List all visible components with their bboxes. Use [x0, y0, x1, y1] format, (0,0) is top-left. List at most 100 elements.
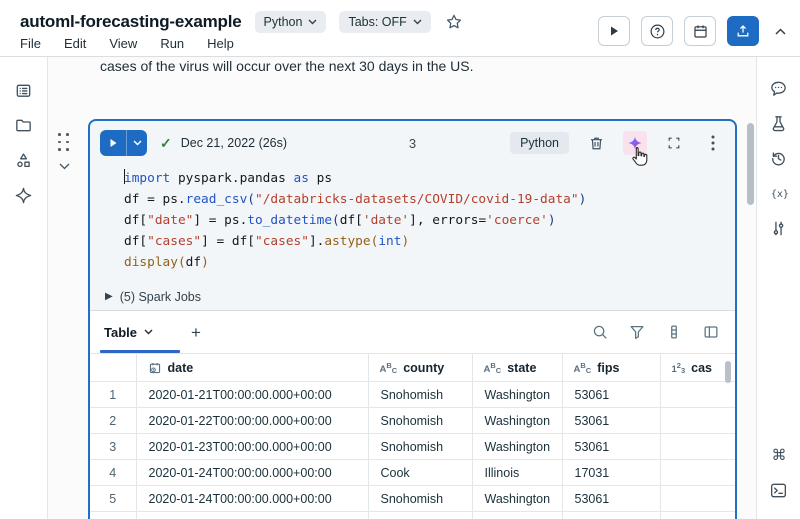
code-editor[interactable]: import pyspark.pandas as psdf = ps.read_… [90, 165, 735, 283]
experiments-icon[interactable] [767, 111, 791, 135]
code-line: import pyspark.pandas as ps [124, 168, 727, 189]
fullscreen-cell-button[interactable] [662, 131, 686, 155]
date-type-icon [148, 361, 162, 375]
column-header-state[interactable]: ABCstate [472, 354, 562, 382]
table-cell: 53061 [562, 408, 660, 434]
notebook-title: automl-forecasting-example [20, 12, 242, 32]
code-line: df["date"] = ps.to_datetime(df['date'], … [124, 210, 727, 231]
table-cell: Snohomish [368, 434, 472, 460]
integer-type-icon: 123 [672, 364, 686, 375]
collapse-header-button[interactable] [770, 21, 790, 41]
table-row[interactable]: 52020-01-24T00:00:00.000+00:00SnohomishW… [90, 486, 735, 512]
column-header-fips[interactable]: ABCfips [562, 354, 660, 382]
string-type-icon: ABC [380, 364, 398, 375]
column-header-county[interactable]: ABCcounty [368, 354, 472, 382]
column-header-cas[interactable]: 123cas [660, 354, 735, 382]
terminal-icon[interactable] [767, 478, 791, 502]
results-toolbar [590, 322, 721, 342]
row-number-header[interactable] [90, 354, 136, 382]
table-cell: 53061 [562, 382, 660, 408]
keyboard-shortcuts-icon[interactable]: ⌘ [767, 443, 791, 467]
assistant-sparkle-icon [627, 135, 643, 151]
folder-icon[interactable] [12, 113, 36, 137]
filter-icon[interactable] [627, 322, 647, 342]
databricks-notebook-window: automl-forecasting-example Python Tabs: … [0, 0, 800, 519]
table-row[interactable]: 42020-01-24T00:00:00.000+00:00CookIllino… [90, 460, 735, 486]
settings-icon[interactable] [767, 216, 791, 240]
table-of-contents-icon[interactable] [12, 78, 36, 102]
side-panel-icon[interactable] [701, 322, 721, 342]
svg-text:⌘: ⌘ [771, 446, 786, 464]
cell-drag-handle[interactable] [58, 133, 71, 152]
add-visualization-button[interactable]: + [191, 324, 201, 341]
share-upload-icon [735, 23, 751, 39]
column-header-date[interactable]: date [136, 354, 368, 382]
row-height-icon[interactable] [664, 322, 684, 342]
table-cell: Washington [472, 486, 562, 512]
table-cell: 2020-01-23T00:00:00.000+00:00 [136, 434, 368, 460]
table-cell: 2020-01-24T00:00:00.000+00:00 [136, 460, 368, 486]
table-row[interactable]: 22020-01-22T00:00:00.000+00:00SnohomishW… [90, 408, 735, 434]
expand-triangle-icon: ▶ [105, 291, 113, 302]
cell-menu-button[interactable] [701, 131, 725, 155]
comments-icon[interactable] [767, 76, 791, 100]
active-tab-underline [100, 350, 180, 353]
right-sidebar: {x} ⌘ [756, 57, 800, 519]
cell-last-run-timestamp: Dec 21, 2022 (26s) [181, 136, 287, 150]
tabs-toggle-selector[interactable]: Tabs: OFF [339, 11, 430, 33]
table-cell: Washington [472, 408, 562, 434]
table-cell: 53061 [562, 486, 660, 512]
share-button[interactable] [727, 16, 759, 46]
spark-jobs-label: (5) Spark Jobs [120, 290, 201, 304]
table-row[interactable]: 32020-01-23T00:00:00.000+00:00SnohomishW… [90, 434, 735, 460]
menu-item-edit[interactable]: Edit [64, 36, 86, 51]
spark-jobs-toggle[interactable]: ▶ (5) Spark Jobs [90, 283, 735, 311]
tab-table-label: Table [104, 325, 137, 340]
menu-item-view[interactable]: View [109, 36, 137, 51]
schedule-button[interactable] [684, 16, 716, 46]
table-cell [660, 408, 735, 434]
play-icon [108, 138, 118, 148]
menu-item-help[interactable]: Help [207, 36, 234, 51]
cell-toolbar: ✓ Dec 21, 2022 (26s) 3 Python [90, 121, 735, 165]
language-selector[interactable]: Python [255, 11, 327, 33]
tab-table[interactable]: Table [104, 325, 153, 340]
cell-results: Table + dateABCcountyABCstateABCfips123c… [90, 311, 735, 519]
row-number-cell: 2 [90, 408, 136, 434]
fullscreen-icon [666, 135, 682, 151]
version-history-icon[interactable] [767, 146, 791, 170]
chevron-up-icon [775, 28, 786, 35]
search-icon[interactable] [590, 322, 610, 342]
assistant-sparkle-icon[interactable] [12, 183, 36, 207]
table-row[interactable]: 12020-01-21T00:00:00.000+00:00SnohomishW… [90, 382, 735, 408]
table-scrollbar-thumb[interactable] [725, 361, 731, 383]
table-cell [660, 460, 735, 486]
cell-collapse-chevron[interactable] [59, 163, 70, 170]
table-cell [660, 382, 735, 408]
left-sidebar [0, 57, 48, 519]
run-cell-button[interactable] [100, 130, 147, 156]
table-cell: 2020-01-24T00:00:00.000+00:00 [136, 486, 368, 512]
menu-item-file[interactable]: File [20, 36, 41, 51]
row-number-cell: 4 [90, 460, 136, 486]
string-type-icon: ABC [574, 361, 592, 375]
kebab-menu-icon [711, 135, 715, 151]
favorite-star-button[interactable] [445, 13, 463, 31]
table-cell: Snohomish [368, 486, 472, 512]
workflows-icon[interactable] [12, 148, 36, 172]
table-cell: 2020-01-22T00:00:00.000+00:00 [136, 408, 368, 434]
notebook-scrollbar-thumb[interactable] [747, 123, 754, 205]
notebook-canvas: cases of the virus will occur over the n… [48, 57, 756, 519]
table-row-partial [90, 512, 735, 519]
variables-icon[interactable]: {x} [767, 181, 791, 205]
assistant-button[interactable] [623, 131, 647, 155]
table-cell: Snohomish [368, 382, 472, 408]
help-button[interactable] [641, 16, 673, 46]
chevron-down-icon [59, 163, 70, 170]
table-cell: Snohomish [368, 408, 472, 434]
run-all-button[interactable] [598, 16, 630, 46]
cell-language-badge[interactable]: Python [510, 132, 569, 154]
menu-item-run[interactable]: Run [160, 36, 184, 51]
delete-cell-button[interactable] [584, 131, 608, 155]
row-number-cell: 3 [90, 434, 136, 460]
